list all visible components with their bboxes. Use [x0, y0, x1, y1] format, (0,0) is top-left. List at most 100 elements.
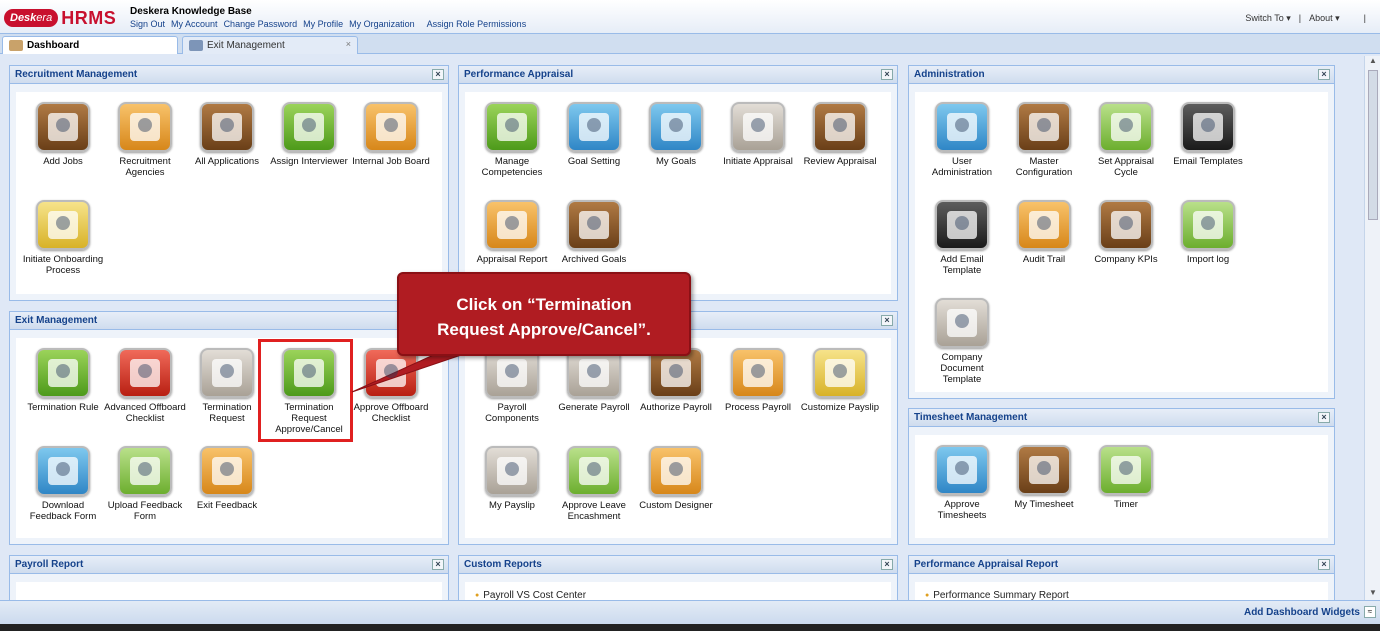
person-document-icon [200, 348, 254, 398]
app-logo: Deskera HRMS [4, 7, 116, 29]
initiate-appraisal-widget[interactable]: Initiate Appraisal [717, 102, 799, 200]
internal-job-board-widget[interactable]: Internal Job Board [350, 102, 432, 200]
widget-grid: Manage Competencies Goal Setting My Goal… [471, 102, 891, 298]
panel-title: Recruitment Management [15, 69, 138, 80]
feedback-form-icon [200, 446, 254, 496]
exit-management-icon [189, 40, 203, 51]
sign-out-link[interactable]: Sign Out [130, 19, 165, 29]
payroll-components-widget[interactable]: Payroll Components [471, 348, 553, 446]
scroll-thumb[interactable] [1368, 70, 1378, 220]
approve-leave-encashment-widget[interactable]: Approve Leave Encashment [553, 446, 635, 544]
widget-label: Import log [1186, 254, 1230, 265]
upload-feedback-form-widget[interactable]: Upload Feedback Form [104, 446, 186, 544]
widget-label: Payroll Components [485, 402, 539, 424]
close-icon[interactable]: × [1318, 69, 1330, 80]
my-timesheet-widget[interactable]: My Timesheet [1003, 445, 1085, 543]
process-payroll-widget[interactable]: Process Payroll [717, 348, 799, 446]
audit-trail-widget[interactable]: Audit Trail [1003, 200, 1085, 298]
master-configuration-widget[interactable]: Master Configuration [1003, 102, 1085, 200]
folder-icon [1017, 200, 1071, 250]
close-icon[interactable]: × [1318, 412, 1330, 423]
recruitment-agencies-widget[interactable]: Recruitment Agencies [104, 102, 186, 200]
exit-feedback-widget[interactable]: Exit Feedback [186, 446, 268, 544]
company-kpis-widget[interactable]: Company KPIs [1085, 200, 1167, 298]
close-tab-icon[interactable]: × [346, 39, 351, 49]
panel-body: Termination Rule Advanced Offboard Check… [16, 338, 442, 538]
about-menu[interactable]: About ▾ [1309, 13, 1340, 24]
my-payslip-widget[interactable]: My Payslip [471, 446, 553, 544]
company-document-template-widget[interactable]: Company Document Template [921, 298, 1003, 396]
authorize-payroll-widget[interactable]: Authorize Payroll [635, 348, 717, 446]
approve-offboard-checklist-widget[interactable]: Approve Offboard Checklist [350, 348, 432, 446]
assign-role-permissions-link[interactable]: Assign Role Permissions [427, 19, 527, 29]
termination-rule-widget[interactable]: Termination Rule [22, 348, 104, 446]
performance-appraisal-panel: Performance Appraisal × Manage Competenci… [458, 65, 898, 301]
download-feedback-form-widget[interactable]: Download Feedback Form [22, 446, 104, 544]
widget-label: Approve Leave Encashment [562, 500, 626, 522]
add-email-template-widget[interactable]: Add Email Template [921, 200, 1003, 298]
widget-label: Termination Rule [27, 402, 99, 413]
close-icon[interactable]: × [432, 69, 444, 80]
top-bar: Deskera HRMS Deskera Knowledge Base Sign… [0, 0, 1380, 34]
instruction-callout: Click on “Termination Request Approve/Ca… [397, 272, 691, 356]
panel-header: Performance Appraisal × [459, 66, 897, 84]
import-log-widget[interactable]: Import log [1167, 200, 1249, 298]
termination-request-widget[interactable]: Termination Request [186, 348, 268, 446]
gear-icon [1017, 102, 1071, 152]
expand-icon[interactable]: ≈ [1364, 606, 1376, 618]
widget-label: Exit Feedback [196, 500, 258, 511]
close-icon[interactable]: × [881, 315, 893, 326]
widget-label: My Goals [655, 156, 697, 167]
set-appraisal-cycle-widget[interactable]: Set Appraisal Cycle [1085, 102, 1167, 200]
generate-payroll-widget[interactable]: Generate Payroll [553, 348, 635, 446]
close-icon[interactable]: × [881, 559, 893, 570]
my-account-link[interactable]: My Account [171, 19, 218, 29]
customize-payslip-widget[interactable]: Customize Payslip [799, 348, 881, 446]
close-icon[interactable]: × [1318, 559, 1330, 570]
panel-header: Performance Appraisal Report × [909, 556, 1334, 574]
add-jobs-widget[interactable]: Add Jobs [22, 102, 104, 200]
switch-to-menu[interactable]: Switch To ▾ [1245, 13, 1290, 24]
widget-label: Master Configuration [1015, 156, 1073, 178]
panel-body: User Administration Master Configuration… [915, 92, 1328, 392]
my-organization-link[interactable]: My Organization [349, 19, 415, 29]
approve-timesheets-widget[interactable]: Approve Timesheets [921, 445, 1003, 543]
tab-exit-management[interactable]: Exit Management × [182, 36, 358, 54]
panel-title: Payroll Report [15, 559, 84, 570]
close-icon[interactable]: × [881, 69, 893, 80]
custom-designer-widget[interactable]: Custom Designer [635, 446, 717, 544]
goal-setting-widget[interactable]: Goal Setting [553, 102, 635, 200]
panel-header: Exit Management [10, 312, 448, 330]
widget-label: User Administration [931, 156, 993, 178]
my-profile-link[interactable]: My Profile [303, 19, 343, 29]
callout-line-1: Click on “Termination [456, 295, 632, 314]
assign-interviewer-widget[interactable]: Assign Interviewer [268, 102, 350, 200]
timer-widget[interactable]: Timer [1085, 445, 1167, 543]
scroll-up-icon[interactable]: ▲ [1365, 56, 1380, 68]
scroll-down-icon[interactable]: ▼ [1365, 588, 1380, 600]
all-applications-widget[interactable]: All Applications [186, 102, 268, 200]
panel-body: Add Jobs Recruitment Agencies All Applic… [16, 92, 442, 294]
change-password-link[interactable]: Change Password [224, 19, 298, 29]
manage-competencies-widget[interactable]: Manage Competencies [471, 102, 553, 200]
initiate-onboarding-widget[interactable]: Initiate Onboarding Process [22, 200, 104, 298]
user-administration-widget[interactable]: User Administration [921, 102, 1003, 200]
callout-line-2: Request Approve/Cancel”. [437, 320, 651, 339]
add-dashboard-widgets-link[interactable]: Add Dashboard Widgets [1244, 607, 1360, 618]
email-template-icon [1181, 102, 1235, 152]
vertical-scrollbar[interactable]: ▲ ▼ [1364, 56, 1380, 600]
tab-dashboard[interactable]: Dashboard [2, 36, 178, 54]
clock-icon [935, 445, 989, 495]
advanced-offboard-checklist-widget[interactable]: Advanced Offboard Checklist [104, 348, 186, 446]
widget-label: Goal Setting [567, 156, 621, 167]
my-goals-widget[interactable]: My Goals [635, 102, 717, 200]
panel-title: Performance Appraisal Report [914, 559, 1059, 570]
report-icon [485, 200, 539, 250]
exit-management-panel: Exit Management Termination Rule Advance… [9, 311, 449, 545]
panel-header: Recruitment Management × [10, 66, 448, 84]
widget-label: My Timesheet [1014, 499, 1074, 510]
review-appraisal-widget[interactable]: Review Appraisal [799, 102, 881, 200]
download-form-icon [36, 446, 90, 496]
email-templates-widget[interactable]: Email Templates [1167, 102, 1249, 200]
close-icon[interactable]: × [432, 559, 444, 570]
